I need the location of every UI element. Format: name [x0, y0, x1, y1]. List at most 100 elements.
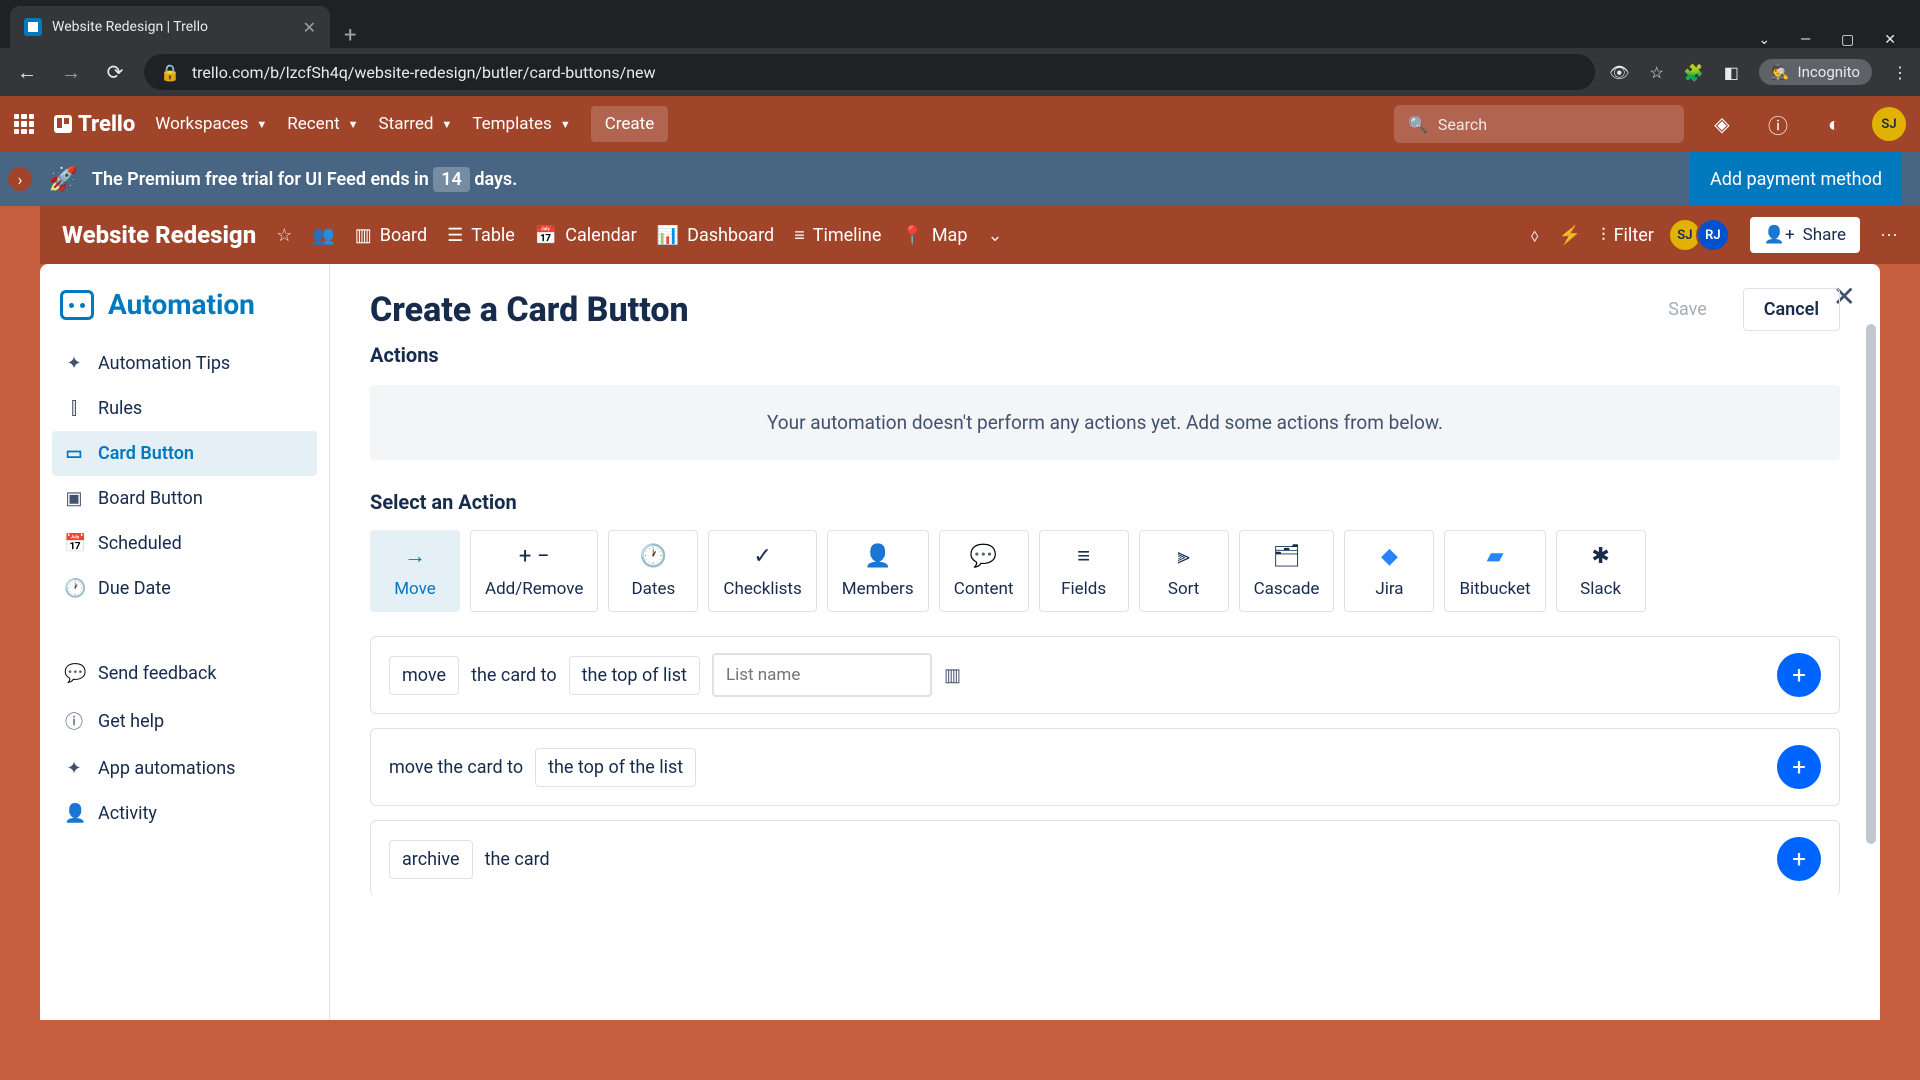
tile-slack[interactable]: ✱Slack [1556, 530, 1646, 612]
view-map[interactable]: 📍Map [901, 225, 967, 246]
filter-button[interactable]: ⫶Filter [1601, 225, 1654, 246]
theme-icon[interactable]: ◐ [1816, 106, 1852, 142]
visibility-icon[interactable]: 👥 [312, 225, 334, 246]
map-view-icon: 📍 [901, 225, 923, 246]
chip-move[interactable]: move [389, 656, 459, 695]
tile-bitbucket[interactable]: ▰Bitbucket [1444, 530, 1545, 612]
minimize-icon[interactable]: — [1800, 32, 1811, 48]
sidebar-board-button[interactable]: ▣Board Button [52, 476, 317, 521]
app-switcher-icon[interactable] [14, 114, 34, 134]
maximize-icon[interactable]: ▢ [1841, 32, 1854, 48]
text-move-card-to: move the card to [389, 757, 523, 778]
view-dashboard[interactable]: 📊Dashboard [657, 225, 774, 246]
browser-tab[interactable]: Website Redesign | Trello ✕ [10, 6, 330, 48]
forward-icon: → [56, 60, 86, 85]
tile-move[interactable]: →Move [370, 530, 460, 612]
calendar-icon: 📅 [64, 533, 84, 554]
select-action-heading: Select an Action [370, 490, 1840, 514]
view-calendar[interactable]: 📅Calendar [535, 225, 637, 246]
sidebar-due-date[interactable]: 🕐Due Date [52, 566, 317, 611]
tile-content[interactable]: 💬Content [939, 530, 1029, 612]
tile-members[interactable]: 👤Members [827, 530, 929, 612]
lines-icon: ≡ [1077, 543, 1090, 569]
automation-icon[interactable]: ⚡ [1559, 225, 1581, 246]
close-window-icon[interactable]: ✕ [1884, 32, 1896, 48]
trello-favicon [24, 18, 42, 36]
filter-icon: ⫶ [1601, 225, 1606, 246]
more-views-icon[interactable]: ⌄ [987, 225, 1002, 246]
trello-logo[interactable]: Trello [54, 112, 135, 137]
dashboard-view-icon: 📊 [657, 225, 679, 246]
sidebar-scheduled[interactable]: 📅Scheduled [52, 521, 317, 566]
tile-fields[interactable]: ≡Fields [1039, 530, 1129, 612]
cancel-button[interactable]: Cancel [1743, 288, 1840, 331]
workspaces-menu[interactable]: Workspaces▼ [155, 114, 267, 134]
empty-actions-message: Your automation doesn't perform any acti… [370, 385, 1840, 460]
scrollbar[interactable] [1866, 324, 1876, 844]
tile-cascade[interactable]: 🗂Cascade [1239, 530, 1335, 612]
action-row-2: move the card to the top of the list + [370, 728, 1840, 806]
star-board-icon[interactable]: ☆ [276, 225, 292, 246]
create-button[interactable]: Create [591, 106, 669, 142]
tile-add-remove[interactable]: + −Add/Remove [470, 530, 598, 612]
chip-top-of-list[interactable]: the top of the list [535, 748, 696, 787]
add-payment-button[interactable]: Add payment method [1690, 152, 1902, 206]
incognito-badge[interactable]: 🕵 Incognito [1759, 59, 1872, 85]
recent-menu[interactable]: Recent▼ [287, 114, 358, 134]
member-avatar[interactable]: RJ [1696, 218, 1730, 252]
side-panel-icon[interactable]: ◧ [1724, 63, 1739, 82]
share-button[interactable]: 👤+Share [1750, 217, 1860, 253]
help-icon[interactable]: ⓘ [1760, 106, 1796, 142]
notifications-icon[interactable]: ◈ [1704, 106, 1740, 142]
action-row-3: archive the card + [370, 820, 1840, 897]
expand-sidebar-button[interactable]: › [8, 167, 32, 191]
actions-heading: Actions [370, 343, 1840, 367]
close-tab-icon[interactable]: ✕ [303, 18, 316, 37]
bookmark-star-icon[interactable]: ☆ [1649, 63, 1663, 82]
save-button[interactable]: Save [1648, 289, 1727, 330]
rules-icon: ⫿ [64, 398, 84, 419]
power-ups-icon[interactable]: ⬨ [1531, 225, 1539, 246]
extensions-icon[interactable]: 🧩 [1684, 63, 1704, 82]
reload-icon[interactable]: ⟳ [100, 60, 130, 84]
add-action-button[interactable]: + [1777, 745, 1821, 789]
add-action-button[interactable]: + [1777, 837, 1821, 881]
board-members[interactable]: SJ RJ [1674, 218, 1730, 252]
tile-dates[interactable]: 🕐Dates [608, 530, 698, 612]
add-action-button[interactable]: + [1777, 653, 1821, 697]
templates-menu[interactable]: Templates▼ [472, 114, 570, 134]
view-timeline[interactable]: ≡Timeline [794, 225, 881, 246]
chip-archive[interactable]: archive [389, 840, 473, 879]
account-avatar[interactable]: SJ [1872, 107, 1906, 141]
chip-position[interactable]: the top of list [569, 656, 700, 695]
address-bar[interactable]: 🔒 trello.com/b/lzcfSh4q/website-redesign… [144, 54, 1595, 90]
sidebar-rules[interactable]: ⫿Rules [52, 386, 317, 431]
new-tab-button[interactable]: + [330, 23, 370, 48]
browser-menu-icon[interactable]: ⋮ [1892, 63, 1908, 82]
text-the-card-to: the card to [471, 665, 557, 686]
tile-sort[interactable]: ⫸Sort [1139, 530, 1229, 612]
tab-search-icon[interactable]: ⌄ [1758, 32, 1770, 48]
board-picker-icon[interactable]: ▥ [944, 665, 961, 686]
sidebar-activity[interactable]: 👤Activity [52, 791, 317, 836]
sidebar-app-automations[interactable]: ✦App automations [52, 746, 317, 791]
tile-jira[interactable]: ◆Jira [1344, 530, 1434, 612]
url-text: trello.com/b/lzcfSh4q/website-redesign/b… [192, 63, 656, 82]
view-table[interactable]: ☰Table [447, 225, 515, 246]
board-menu-icon[interactable]: ⋯ [1880, 225, 1898, 246]
days-badge: 14 [433, 167, 470, 192]
rocket-icon: 🚀 [48, 165, 78, 193]
tile-checklists[interactable]: ✓Checklists [708, 530, 816, 612]
text-the-card: the card [485, 849, 550, 870]
eye-off-icon[interactable]: 👁 [1609, 63, 1629, 82]
back-icon[interactable]: ← [12, 60, 42, 85]
view-board[interactable]: ▥Board [355, 225, 427, 246]
list-name-input[interactable] [712, 653, 932, 697]
sidebar-automation-tips[interactable]: ✦Automation Tips [52, 341, 317, 386]
sidebar-send-feedback[interactable]: 💬Send feedback [52, 651, 317, 696]
activity-icon: 👤 [64, 803, 84, 824]
sidebar-get-help[interactable]: ⓘGet help [52, 696, 317, 746]
starred-menu[interactable]: Starred▼ [379, 114, 453, 134]
search-input[interactable]: 🔍 Search [1394, 105, 1684, 143]
sidebar-card-button[interactable]: ▭Card Button [52, 431, 317, 476]
